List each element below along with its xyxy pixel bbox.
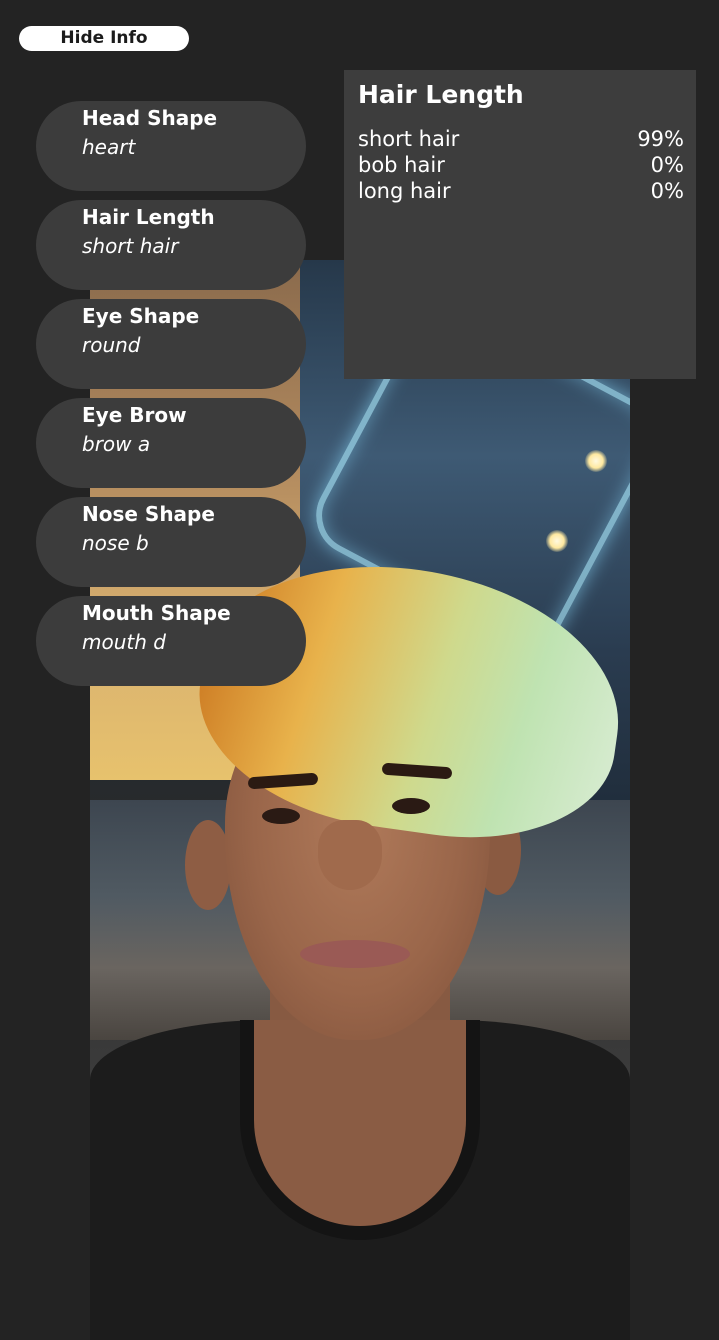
- feature-eye-shape[interactable]: Eye Shape round: [36, 299, 306, 389]
- detail-row: long hair 0%: [358, 178, 684, 204]
- feature-label: Nose Shape: [82, 502, 215, 526]
- detail-row-name: long hair: [358, 179, 451, 203]
- feature-value: brow a: [82, 432, 151, 456]
- person-eye-left: [262, 808, 300, 824]
- detail-row-name: short hair: [358, 127, 460, 151]
- feature-label: Eye Brow: [82, 403, 187, 427]
- detail-row-percent: 99%: [637, 127, 684, 151]
- feature-label: Hair Length: [82, 205, 215, 229]
- ceiling-lamp: [585, 450, 607, 472]
- feature-hair-length[interactable]: Hair Length short hair: [36, 200, 306, 290]
- feature-value: short hair: [82, 234, 179, 258]
- detail-row: bob hair 0%: [358, 152, 684, 178]
- person-mouth: [300, 940, 410, 968]
- detail-row: short hair 99%: [358, 126, 684, 152]
- hide-info-button[interactable]: Hide Info: [19, 26, 189, 51]
- feature-label: Eye Shape: [82, 304, 200, 328]
- feature-eye-brow[interactable]: Eye Brow brow a: [36, 398, 306, 488]
- feature-value: nose b: [82, 531, 149, 555]
- detail-row-percent: 0%: [650, 153, 684, 177]
- feature-value: heart: [82, 135, 136, 159]
- detail-panel: Hair Length short hair 99% bob hair 0% l…: [344, 70, 696, 379]
- feature-mouth-shape[interactable]: Mouth Shape mouth d: [36, 596, 306, 686]
- feature-list: Head Shape heart Hair Length short hair …: [36, 101, 306, 695]
- person-nose: [318, 820, 382, 890]
- detail-panel-title: Hair Length: [358, 80, 524, 109]
- feature-nose-shape[interactable]: Nose Shape nose b: [36, 497, 306, 587]
- ceiling-lamp: [546, 530, 568, 552]
- face-analysis-screen: Hide Info Head Shape heart Hair Length s…: [0, 0, 719, 1340]
- feature-head-shape[interactable]: Head Shape heart: [36, 101, 306, 191]
- detail-row-percent: 0%: [650, 179, 684, 203]
- person-eye-right: [392, 798, 430, 814]
- detail-row-name: bob hair: [358, 153, 445, 177]
- feature-value: round: [82, 333, 141, 357]
- feature-label: Head Shape: [82, 106, 218, 130]
- feature-value: mouth d: [82, 630, 166, 654]
- feature-label: Mouth Shape: [82, 601, 231, 625]
